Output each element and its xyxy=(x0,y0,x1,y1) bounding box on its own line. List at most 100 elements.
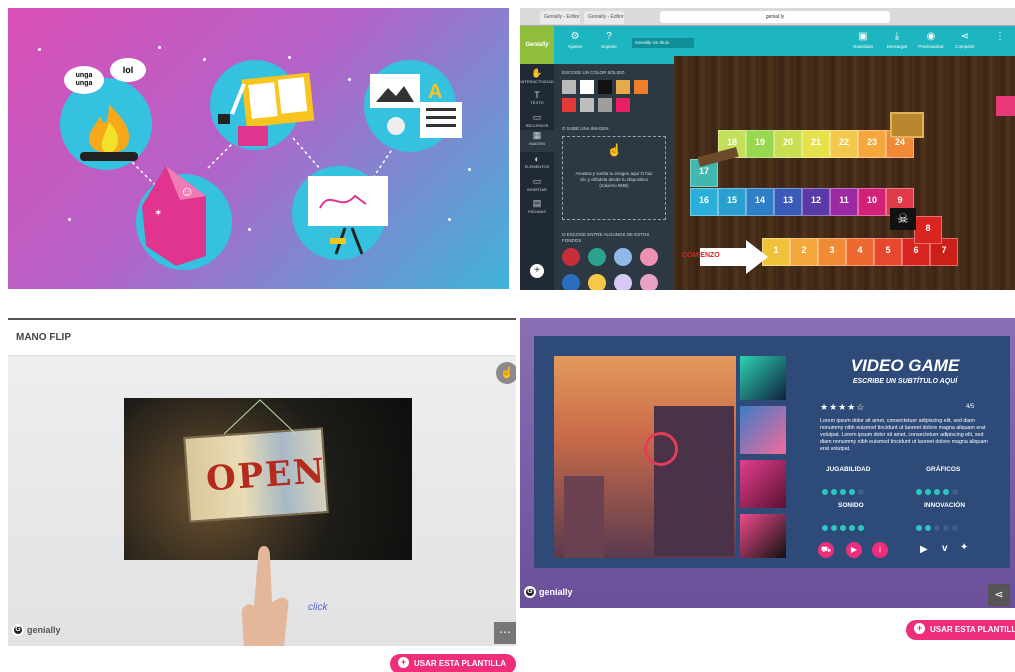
hand-icon: ☝ xyxy=(607,143,622,157)
sidebar-item-interactivity[interactable]: ✋ INTERACTIVIDAD xyxy=(520,68,554,84)
browser-bar: Genially - Editor Genially - Editor geni… xyxy=(520,8,1015,26)
download-label: Descargar xyxy=(886,44,908,49)
fire-icon xyxy=(80,104,138,161)
thumb-2[interactable] xyxy=(740,406,786,454)
eye-icon: ◉ xyxy=(926,31,936,42)
genially-logo-icon: G xyxy=(12,624,24,636)
title-input[interactable]: Genially sin título xyxy=(632,38,694,48)
preview-button[interactable]: ◉ Previsualizar xyxy=(914,30,948,49)
book-icon xyxy=(218,72,315,146)
sidebar-item-image[interactable]: ▦ IMAGEN xyxy=(520,130,554,152)
color-swatch[interactable] xyxy=(588,274,606,290)
thumb-4[interactable] xyxy=(740,514,786,558)
treasure-chest-icon xyxy=(890,112,924,138)
browser-tab[interactable]: Genially - Editor xyxy=(584,11,624,24)
support-label: Soporte xyxy=(601,44,617,49)
plus-icon: + xyxy=(914,623,925,635)
backgrounds-heading: O ESCOGE ENTRE ALGUNOS DE ESTOS FONDOS xyxy=(562,232,650,243)
color-swatch[interactable] xyxy=(598,80,612,94)
upload-dropzone[interactable]: ☝ Arrastra y suelta tu imagen aquí O haz… xyxy=(562,136,666,220)
stat-dots-graphics xyxy=(916,482,961,500)
color-swatch[interactable] xyxy=(640,248,658,266)
color-swatch[interactable] xyxy=(562,80,576,94)
board-cell: 8 xyxy=(914,216,942,244)
share-button[interactable]: ⋖ xyxy=(988,584,1010,606)
color-swatch[interactable] xyxy=(598,98,612,112)
preview-label: Previsualizar xyxy=(918,44,944,49)
color-swatch[interactable] xyxy=(580,80,594,94)
download-icon: ⤓ xyxy=(894,31,900,42)
color-swatch[interactable] xyxy=(614,274,632,290)
share-icon: ⋖ xyxy=(960,31,970,42)
color-swatch[interactable] xyxy=(562,98,576,112)
brand-label: genially xyxy=(27,625,61,635)
color-swatch[interactable] xyxy=(580,98,594,112)
city-photo xyxy=(554,356,736,558)
open-sign-photo: OPEN xyxy=(124,398,412,560)
zoom-in-button[interactable]: + xyxy=(530,264,544,278)
color-swatch[interactable] xyxy=(634,80,648,94)
color-swatch[interactable] xyxy=(562,248,580,266)
color-swatch[interactable] xyxy=(616,98,630,112)
stat-dot xyxy=(934,489,940,495)
solid-color-heading: ESCOGE UN COLOR SÓLIDO xyxy=(562,70,625,75)
color-swatch[interactable] xyxy=(614,248,632,266)
sidebar-item-insert[interactable]: ▭ INSERTAR xyxy=(520,176,554,192)
cart-button[interactable]: ⛟ xyxy=(818,542,834,558)
share-button[interactable]: ⋖ Compartir xyxy=(948,30,982,49)
side-tab-button[interactable] xyxy=(996,96,1015,116)
sidebar-item-text[interactable]: T TEXTO xyxy=(520,90,554,105)
rating-stars: ★★★★☆ xyxy=(820,402,866,412)
board-cell: 4 xyxy=(846,238,874,266)
save-button[interactable]: ▣ Guardado xyxy=(846,30,880,49)
address-bar[interactable]: genial.ly xyxy=(660,11,890,23)
color-swatch[interactable] xyxy=(562,274,580,290)
insert-media-icon: ▭ xyxy=(532,176,542,186)
canvas-board[interactable]: 18 19 20 21 22 23 24 16 15 14 13 12 11 10 9 1 2 3 4 5 6 7 17 8 … xyxy=(674,56,1015,290)
stat-label-graphics: GRÁFICOS xyxy=(926,466,961,473)
support-button[interactable]: ? Soporte xyxy=(592,30,626,49)
more-options-button[interactable]: ⋯ xyxy=(494,622,516,644)
twitter-icon[interactable]: ✦ xyxy=(960,542,968,553)
color-swatch[interactable] xyxy=(652,80,666,94)
hand-illustration xyxy=(241,546,289,646)
cave-wall-icon: ☺ ✶ xyxy=(142,166,206,266)
vimeo-icon[interactable]: v xyxy=(942,543,948,554)
video-game-preview: VIDEO GAME ESCRIBE UN SUBTÍTULO AQUÍ ★★★… xyxy=(520,318,1015,672)
use-template-button[interactable]: + USAR ESTA PLANTILLA xyxy=(390,654,516,672)
stat-label-sound: SONIDO xyxy=(838,502,864,509)
hand-pointer-icon[interactable]: ☝ xyxy=(496,362,516,384)
insert-icon: ✋ xyxy=(531,68,543,78)
settings-button[interactable]: ⚙ Ajustes xyxy=(558,30,592,49)
sidebar-item-resources[interactable]: ▭ RECURSOS xyxy=(520,112,554,128)
sidebar-label: INTERACTIVIDAD xyxy=(520,79,554,84)
thumb-1[interactable] xyxy=(740,356,786,400)
browser-tab[interactable]: Genially - Editor xyxy=(540,11,580,24)
image-icon: ▦ xyxy=(532,130,542,140)
template-stage: ☝ OPEN click Ggenially ⋯ xyxy=(8,356,516,646)
stat-dot xyxy=(849,489,855,495)
sidebar-item-elements[interactable]: ◐ ELEMENTOS xyxy=(520,154,554,169)
board-cell: 23 xyxy=(858,130,886,158)
youtube-icon[interactable]: ▶ xyxy=(920,544,928,555)
board-cell: 19 xyxy=(746,130,774,158)
stat-dot xyxy=(943,525,949,531)
color-swatch[interactable] xyxy=(616,80,630,94)
speech-bubble-unga: unga unga xyxy=(64,66,104,94)
sidebar-item-pages[interactable]: ▤ PÁGINAS xyxy=(520,198,554,214)
more-button[interactable]: ⋮ xyxy=(990,30,1010,44)
upload-heading: O SUBE UNA IMAGEN xyxy=(562,126,609,131)
download-button[interactable]: ⤓ Descargar xyxy=(880,30,914,49)
color-swatch[interactable] xyxy=(588,248,606,266)
info-button[interactable]: i xyxy=(872,542,888,558)
board-cell: 11 xyxy=(830,188,858,216)
stat-dots-innovation xyxy=(916,518,961,536)
stat-dot xyxy=(943,489,949,495)
stat-label-innovation: INNOVACIÓN xyxy=(924,502,966,509)
color-swatch[interactable] xyxy=(640,274,658,290)
sidebar-label: INSERTAR xyxy=(527,187,547,192)
svg-text:☺: ☺ xyxy=(180,183,194,199)
thumb-3[interactable] xyxy=(740,460,786,508)
use-template-button[interactable]: + USAR ESTA PLANTILLA xyxy=(906,620,1015,640)
play-button[interactable]: ▶ xyxy=(846,542,862,558)
